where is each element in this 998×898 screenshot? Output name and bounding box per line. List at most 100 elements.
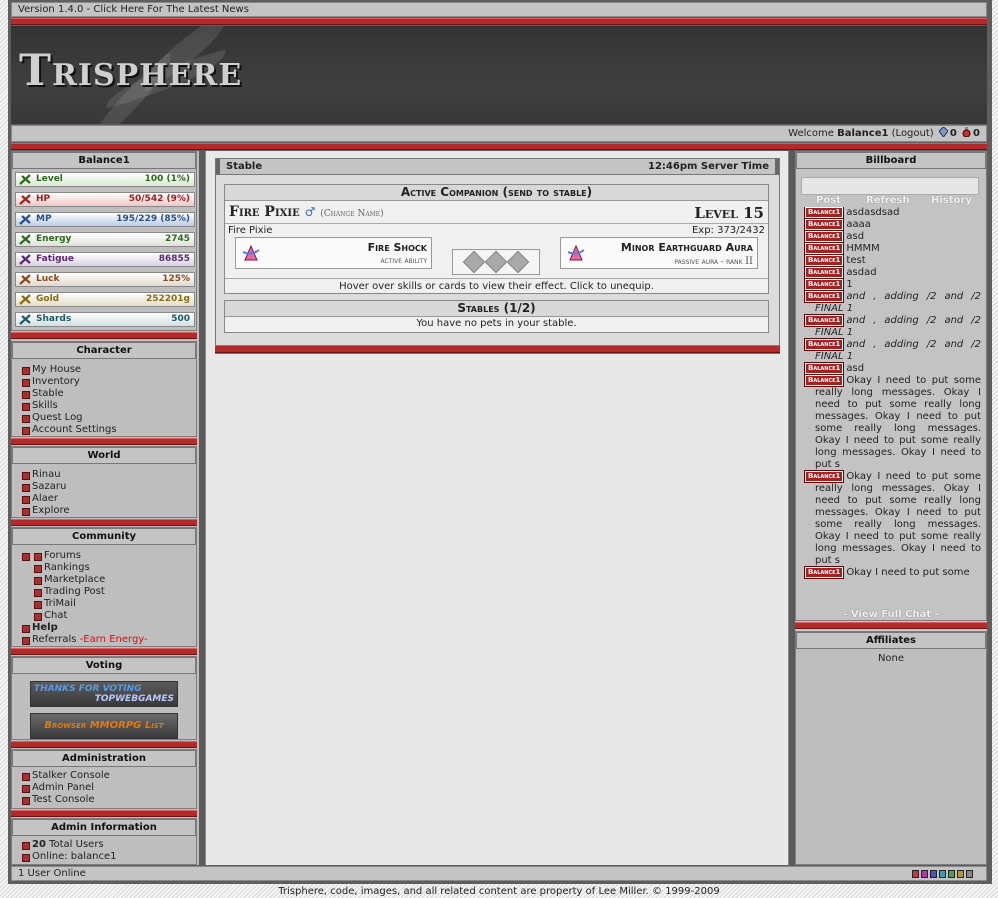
community-nav: Forums Rankings Marketplace Trading Post Tri… <box>20 550 148 646</box>
sidebar-item-my-house[interactable]: My House <box>20 364 117 376</box>
sidebar-item-alaer[interactable]: Alaer <box>20 493 70 505</box>
vote-topwebgames-button[interactable]: THANKS FOR VOTING TOPWEBGAMES <box>30 681 178 707</box>
view-full-chat-link[interactable]: - View Full Chat - <box>796 609 986 620</box>
users-online: 1 User Online <box>18 868 86 879</box>
banner: Trisphere <box>11 26 987 124</box>
billboard-input[interactable] <box>801 177 979 195</box>
community-header: Community <box>12 528 196 545</box>
crystal-icon <box>938 127 948 137</box>
stat-luck: Luck 125% <box>15 272 195 287</box>
copyright-footer: Trisphere, code, images, and all related… <box>278 886 720 897</box>
theme-swatch[interactable] <box>966 870 973 878</box>
admin-info-list: 20 Total Users Online: balance1 <box>20 839 117 863</box>
sidebar-item-rinau[interactable]: Rinau <box>20 469 70 481</box>
pet-level: Level 15 <box>694 204 764 222</box>
theme-swatch[interactable] <box>957 870 964 878</box>
version-news-link[interactable]: Version 1.4.0 - Click Here For The Lates… <box>18 4 249 15</box>
affiliates-panel: Affiliates None <box>795 631 987 865</box>
user-tag[interactable]: Balance1 <box>803 470 845 483</box>
sidebar-item-forums[interactable]: Forums <box>32 550 148 562</box>
sidebar-item-inventory[interactable]: Inventory <box>20 376 117 388</box>
stables-header: Stables (1/2) <box>225 301 768 317</box>
right-sidebar: Billboard Post Refresh History Balance1 a… <box>795 151 987 865</box>
sidebar-item-sazaru[interactable]: Sazaru <box>20 481 70 493</box>
skill-card-fire-shock[interactable]: Fire Shock active ability <box>235 237 432 269</box>
post-button[interactable]: Post <box>816 195 841 206</box>
logo[interactable]: Trisphere <box>19 46 242 96</box>
potion-count: 0 <box>973 128 980 139</box>
skill-card-minor-earthguard-aura[interactable]: Minor Earthguard Aura passive aura - ran… <box>560 237 758 269</box>
divider <box>225 223 768 224</box>
divider <box>11 519 197 526</box>
stats-panel: Balance1 Level 100 (1%) HP 50/542 (9%) MP 195… <box>11 151 197 331</box>
empty-card-slot[interactable] <box>462 250 486 274</box>
sidebar-item-explore[interactable]: Explore <box>20 505 70 517</box>
pet-exp: Exp: 373/2432 <box>691 225 765 236</box>
billboard-panel: Billboard Post Refresh History Balance1 a… <box>795 151 987 621</box>
theme-swatch[interactable] <box>921 870 928 878</box>
level-icon <box>19 174 31 185</box>
sidebar-item-account-settings[interactable]: Account Settings <box>20 424 117 436</box>
theme-swatch[interactable] <box>930 870 937 878</box>
user-tag[interactable]: Balance1 <box>803 254 845 267</box>
user-tag[interactable]: Balance1 <box>803 266 845 279</box>
sidebar-item-quest-log[interactable]: Quest Log <box>20 412 117 424</box>
chat-message: Balance1 asdasdsad <box>801 207 981 219</box>
user-tag[interactable]: Balance1 <box>803 566 845 579</box>
chat-message: Balance1 Okay I need to put some really l… <box>801 374 981 471</box>
chat-message: Balance1 and , adding /2 and /2 FINAL 1 <box>801 338 981 363</box>
pixie-icon <box>242 244 260 261</box>
sidebar-item-test-console[interactable]: Test Console <box>20 794 110 806</box>
sidebar-item-help[interactable]: Help <box>20 622 148 634</box>
user-tag[interactable]: Balance1 <box>803 242 845 255</box>
divider <box>215 345 780 353</box>
refresh-button[interactable]: Refresh <box>866 195 910 206</box>
sidebar-item-chat[interactable]: Chat <box>32 610 148 622</box>
divider <box>11 438 197 445</box>
user-tag[interactable]: Balance1 <box>803 278 845 291</box>
administration-header: Administration <box>12 750 196 767</box>
user-tag[interactable]: Balance1 <box>803 207 845 219</box>
empty-card-slot[interactable] <box>484 250 508 274</box>
user-tag[interactable]: Balance1 <box>803 218 845 231</box>
server-time: 12:46pm Server Time <box>648 161 769 172</box>
admin-nav: Stalker Console Admin Panel Test Console <box>20 770 110 806</box>
user-tag[interactable]: Balance1 <box>803 230 845 243</box>
chat-message: Balance1 1 <box>801 278 981 291</box>
stat-gold: Gold 252201g <box>15 292 195 307</box>
welcome-text: Welcome <box>788 128 834 139</box>
admin-info-header: Admin Information <box>12 819 196 836</box>
change-name-link[interactable]: (Change Name) <box>320 209 384 219</box>
user-tag[interactable]: Balance1 <box>803 362 845 375</box>
theme-swatch[interactable] <box>939 870 946 878</box>
chat-message: Balance1 and , adding /2 and /2 FINAL 1 <box>801 314 981 339</box>
active-companion-header[interactable]: Active Companion (send to stable) <box>225 185 768 201</box>
sidebar-item-trading-post[interactable]: Trading Post <box>32 586 148 598</box>
news-bar[interactable]: Version 1.4.0 - Click Here For The Lates… <box>11 2 987 17</box>
sidebar-item-marketplace[interactable]: Marketplace <box>32 574 148 586</box>
sidebar-item-skills[interactable]: Skills <box>20 400 117 412</box>
voting-header: Voting <box>12 657 196 674</box>
history-button[interactable]: History <box>931 195 972 206</box>
empty-card-slot[interactable] <box>506 250 530 274</box>
user-tag[interactable]: Balance1 <box>803 374 845 387</box>
voting-panel: Voting THANKS FOR VOTING TOPWEBGAMES Bro… <box>11 656 197 740</box>
sidebar-item-stable[interactable]: Stable <box>20 388 117 400</box>
theme-swatch[interactable] <box>948 870 955 878</box>
user-tag[interactable]: Balance1 <box>803 290 845 303</box>
sidebar-item-stalker-console[interactable]: Stalker Console <box>20 770 110 782</box>
divider <box>11 18 987 25</box>
stable-window: Stable 12:46pm Server Time Active Compan… <box>215 158 780 354</box>
stat-fatigue: Fatigue 86855 <box>15 252 195 267</box>
sidebar-item-rankings[interactable]: Rankings <box>32 562 148 574</box>
theme-swatch[interactable] <box>912 870 919 878</box>
no-pets-message: You have no pets in your stable. <box>416 318 577 329</box>
sidebar-item-trimail[interactable]: TriMail <box>32 598 148 610</box>
user-tag[interactable]: Balance1 <box>803 314 845 327</box>
vote-browser-mmorpg-button[interactable]: Browser MMORPG List <box>30 713 178 739</box>
user-tag[interactable]: Balance1 <box>803 338 845 351</box>
energy-icon <box>19 234 31 245</box>
sidebar-item-referrals[interactable]: Referrals -Earn Energy- <box>20 634 148 646</box>
logout-link[interactable]: (Logout) <box>892 128 934 139</box>
sidebar-item-admin-panel[interactable]: Admin Panel <box>20 782 110 794</box>
